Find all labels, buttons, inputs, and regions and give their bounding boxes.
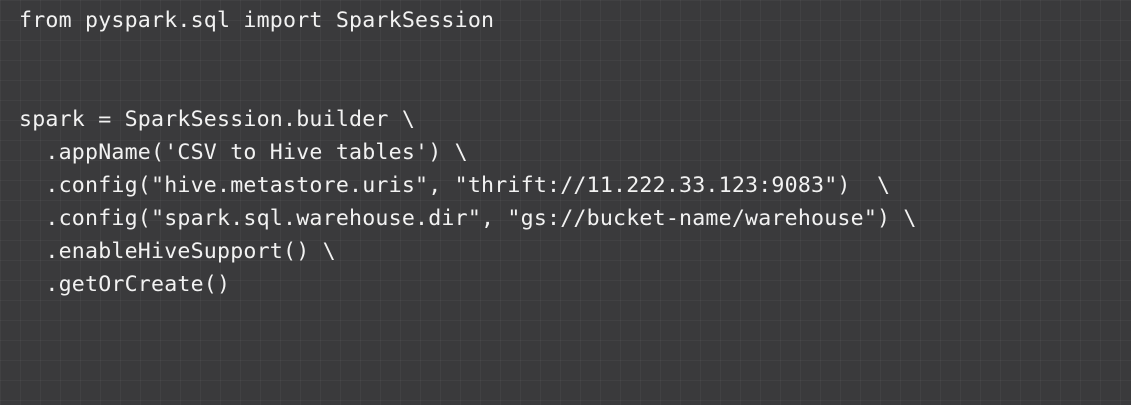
code-block: from pyspark.sql import SparkSession spa… (19, 4, 917, 301)
code-line-spark-builder: spark = SparkSession.builder \ (19, 107, 416, 132)
code-editor: from pyspark.sql import SparkSession spa… (0, 0, 1131, 405)
code-line-import: from pyspark.sql import SparkSession (19, 8, 495, 33)
code-line-appname: .appName('CSV to Hive tables') \ (19, 140, 468, 165)
code-line-enable-hive: .enableHiveSupport() \ (19, 239, 336, 264)
code-line-get-or-create: .getOrCreate() (19, 272, 231, 297)
code-line-config-metastore: .config("hive.metastore.uris", "thrift:/… (19, 173, 891, 198)
code-line-config-warehouse: .config("spark.sql.warehouse.dir", "gs:/… (19, 206, 917, 231)
